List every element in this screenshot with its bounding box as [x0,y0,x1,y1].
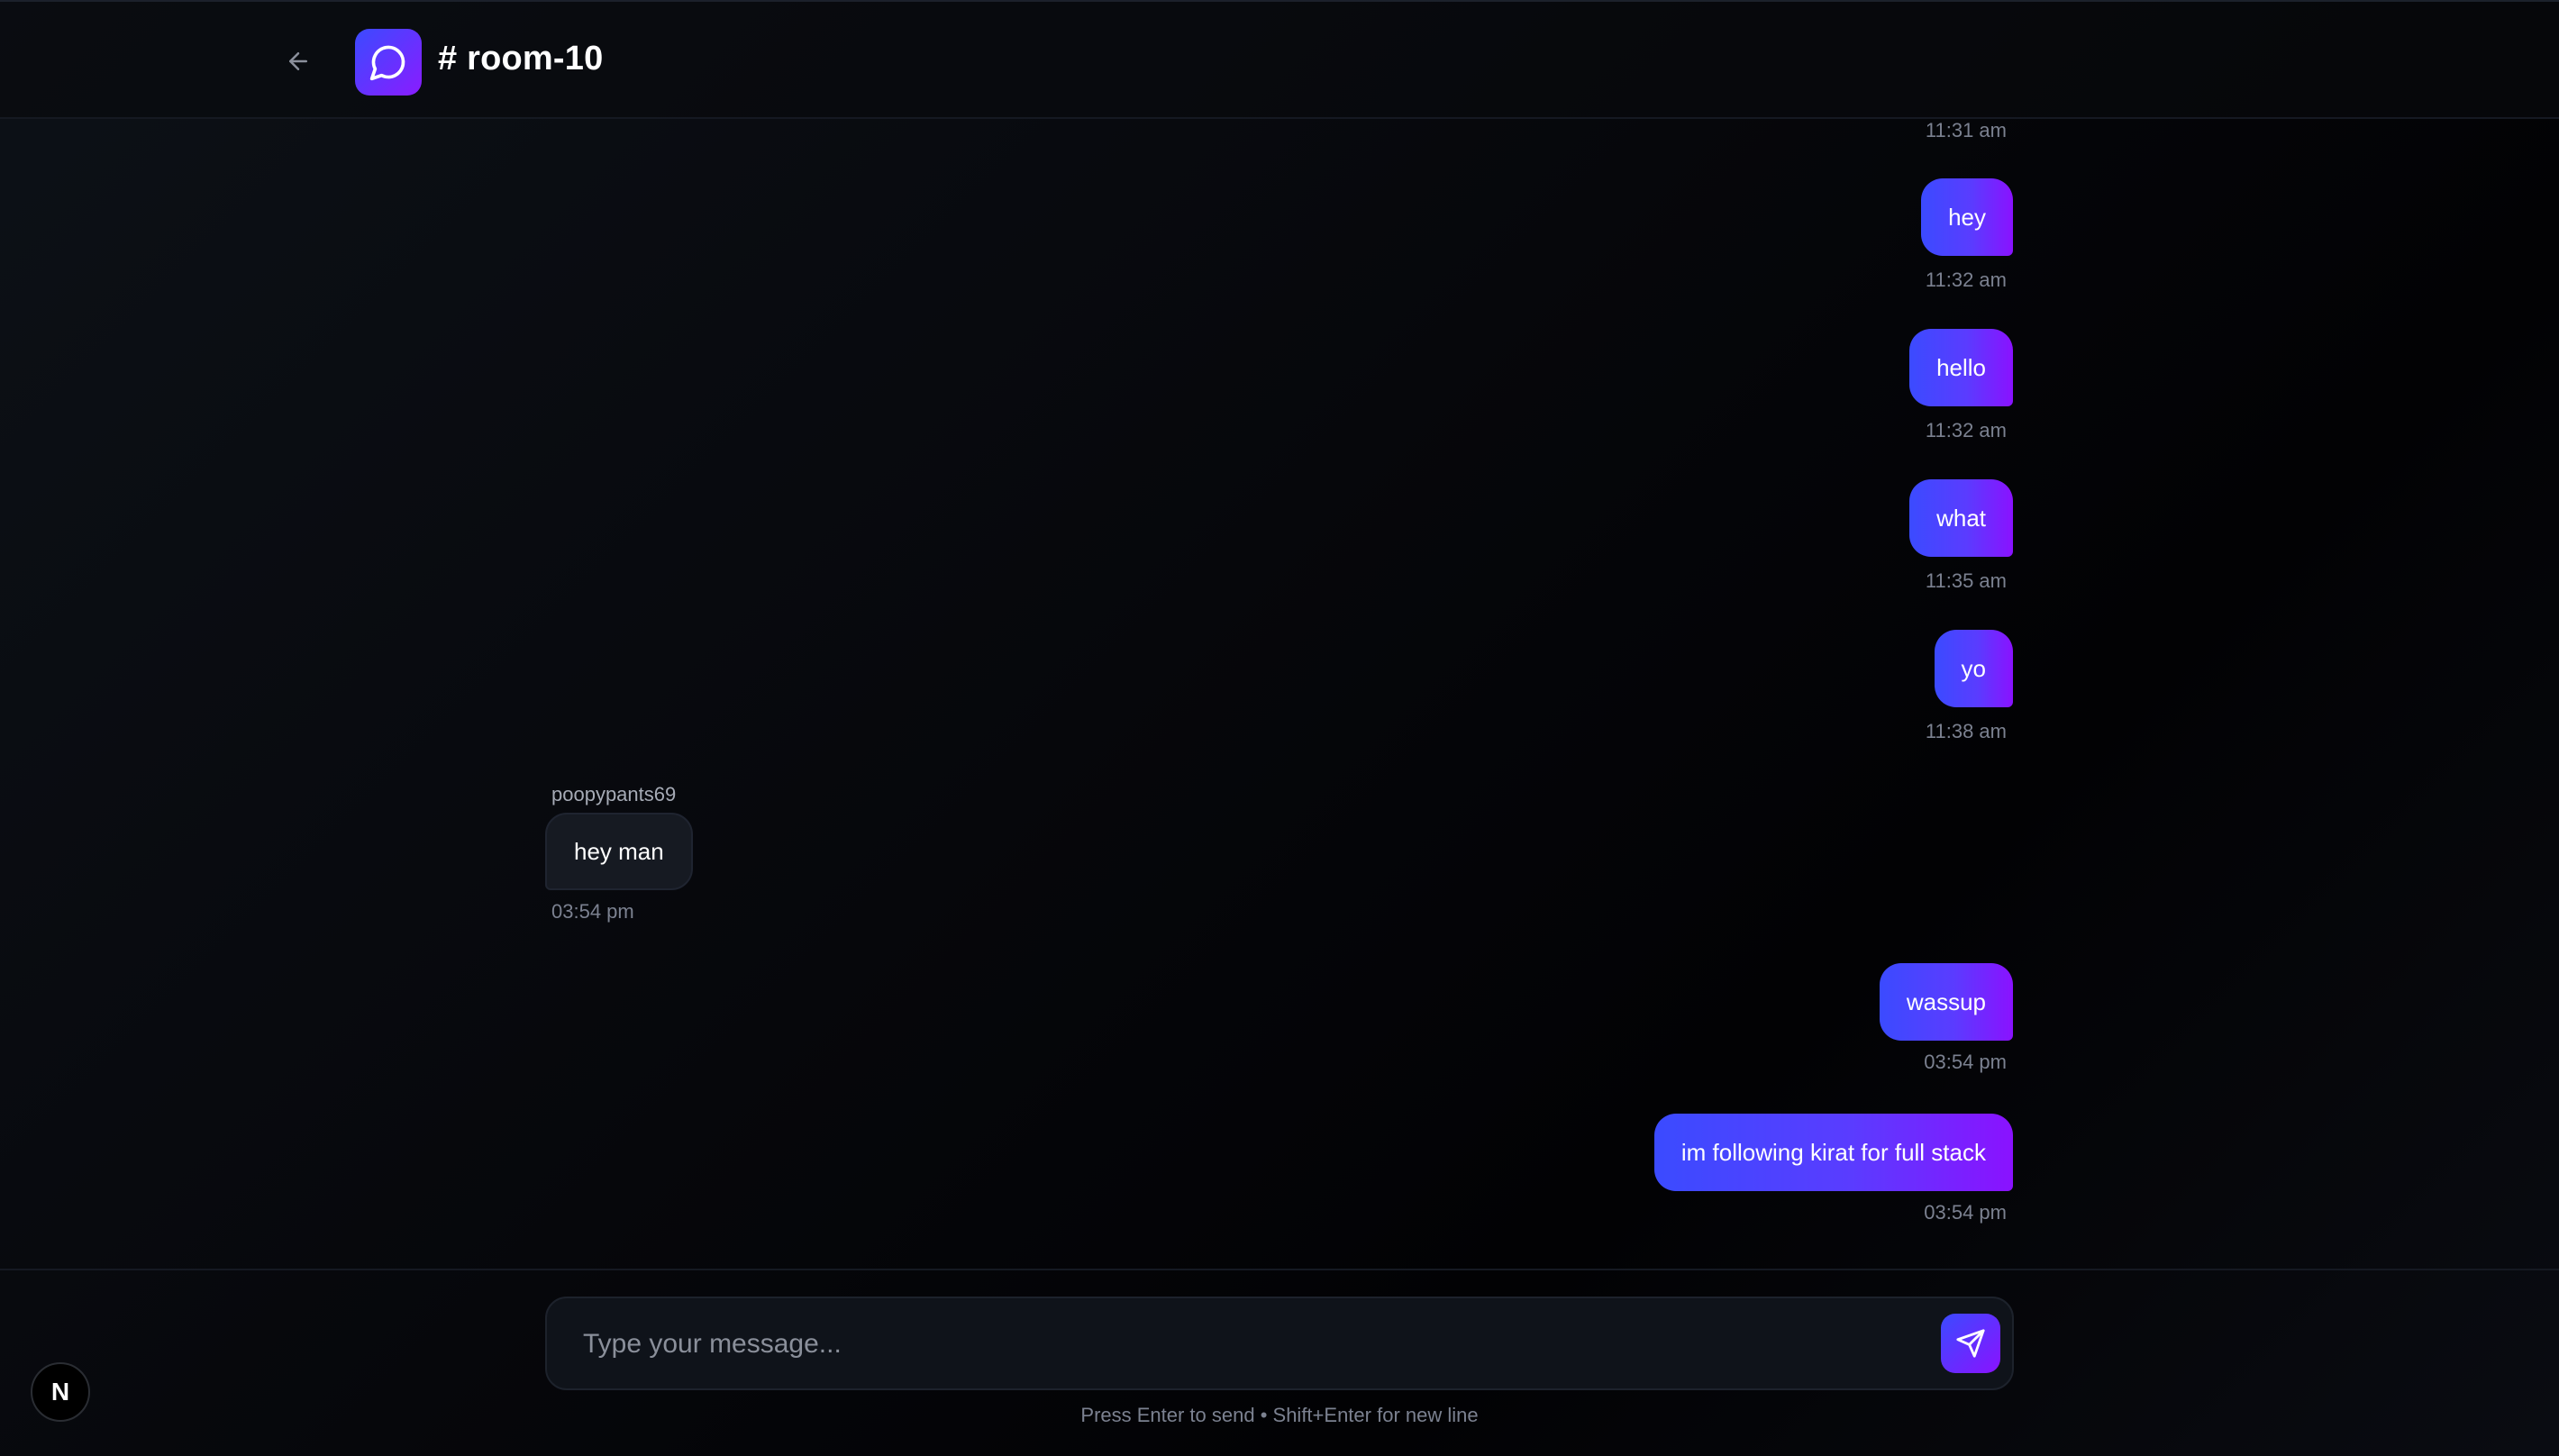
arrow-left-icon [289,52,307,70]
my-message-bubble: hello [1909,329,2013,406]
message-time: 03:54 pm [1924,1201,2007,1224]
nextjs-badge[interactable]: N [31,1362,90,1422]
my-message-bubble: im following kirat for full stack [1653,1114,2013,1191]
message-time: 03:54 pm [1924,1051,2007,1073]
room-title: # room-10 [438,40,604,77]
room-logo [355,29,422,96]
my-message-bubble: yo [1934,630,2013,707]
message-composer [545,1297,2014,1390]
chat-header: # room-10 [0,0,2559,119]
message-time: 11:35 am [1925,569,2007,592]
send-button[interactable] [1941,1314,2000,1373]
my-message-bubble: hey [1921,178,2013,256]
message-list[interactable]: 11:31 am hey 11:32 am hello 11:32 am wha… [0,119,2559,1269]
message-time: 11:32 am [1925,419,2007,441]
message-input[interactable] [583,1318,1890,1370]
my-message-bubble: wassup [1879,963,2013,1041]
composer-hint: Press Enter to send • Shift+Enter for ne… [1080,1404,1479,1426]
my-message-bubble: what [1909,479,2013,557]
back-button[interactable] [276,43,321,79]
message-time: 11:32 am [1925,268,2007,291]
other-message-bubble: hey man [545,813,693,890]
send-icon [1956,1329,1985,1358]
message-time: 11:31 am [1925,119,2007,141]
message-time: 11:38 am [1925,720,2007,742]
chat-bubble-icon [369,45,405,81]
message-time: 03:54 pm [551,900,634,923]
message-sender: poopypants69 [551,783,677,805]
